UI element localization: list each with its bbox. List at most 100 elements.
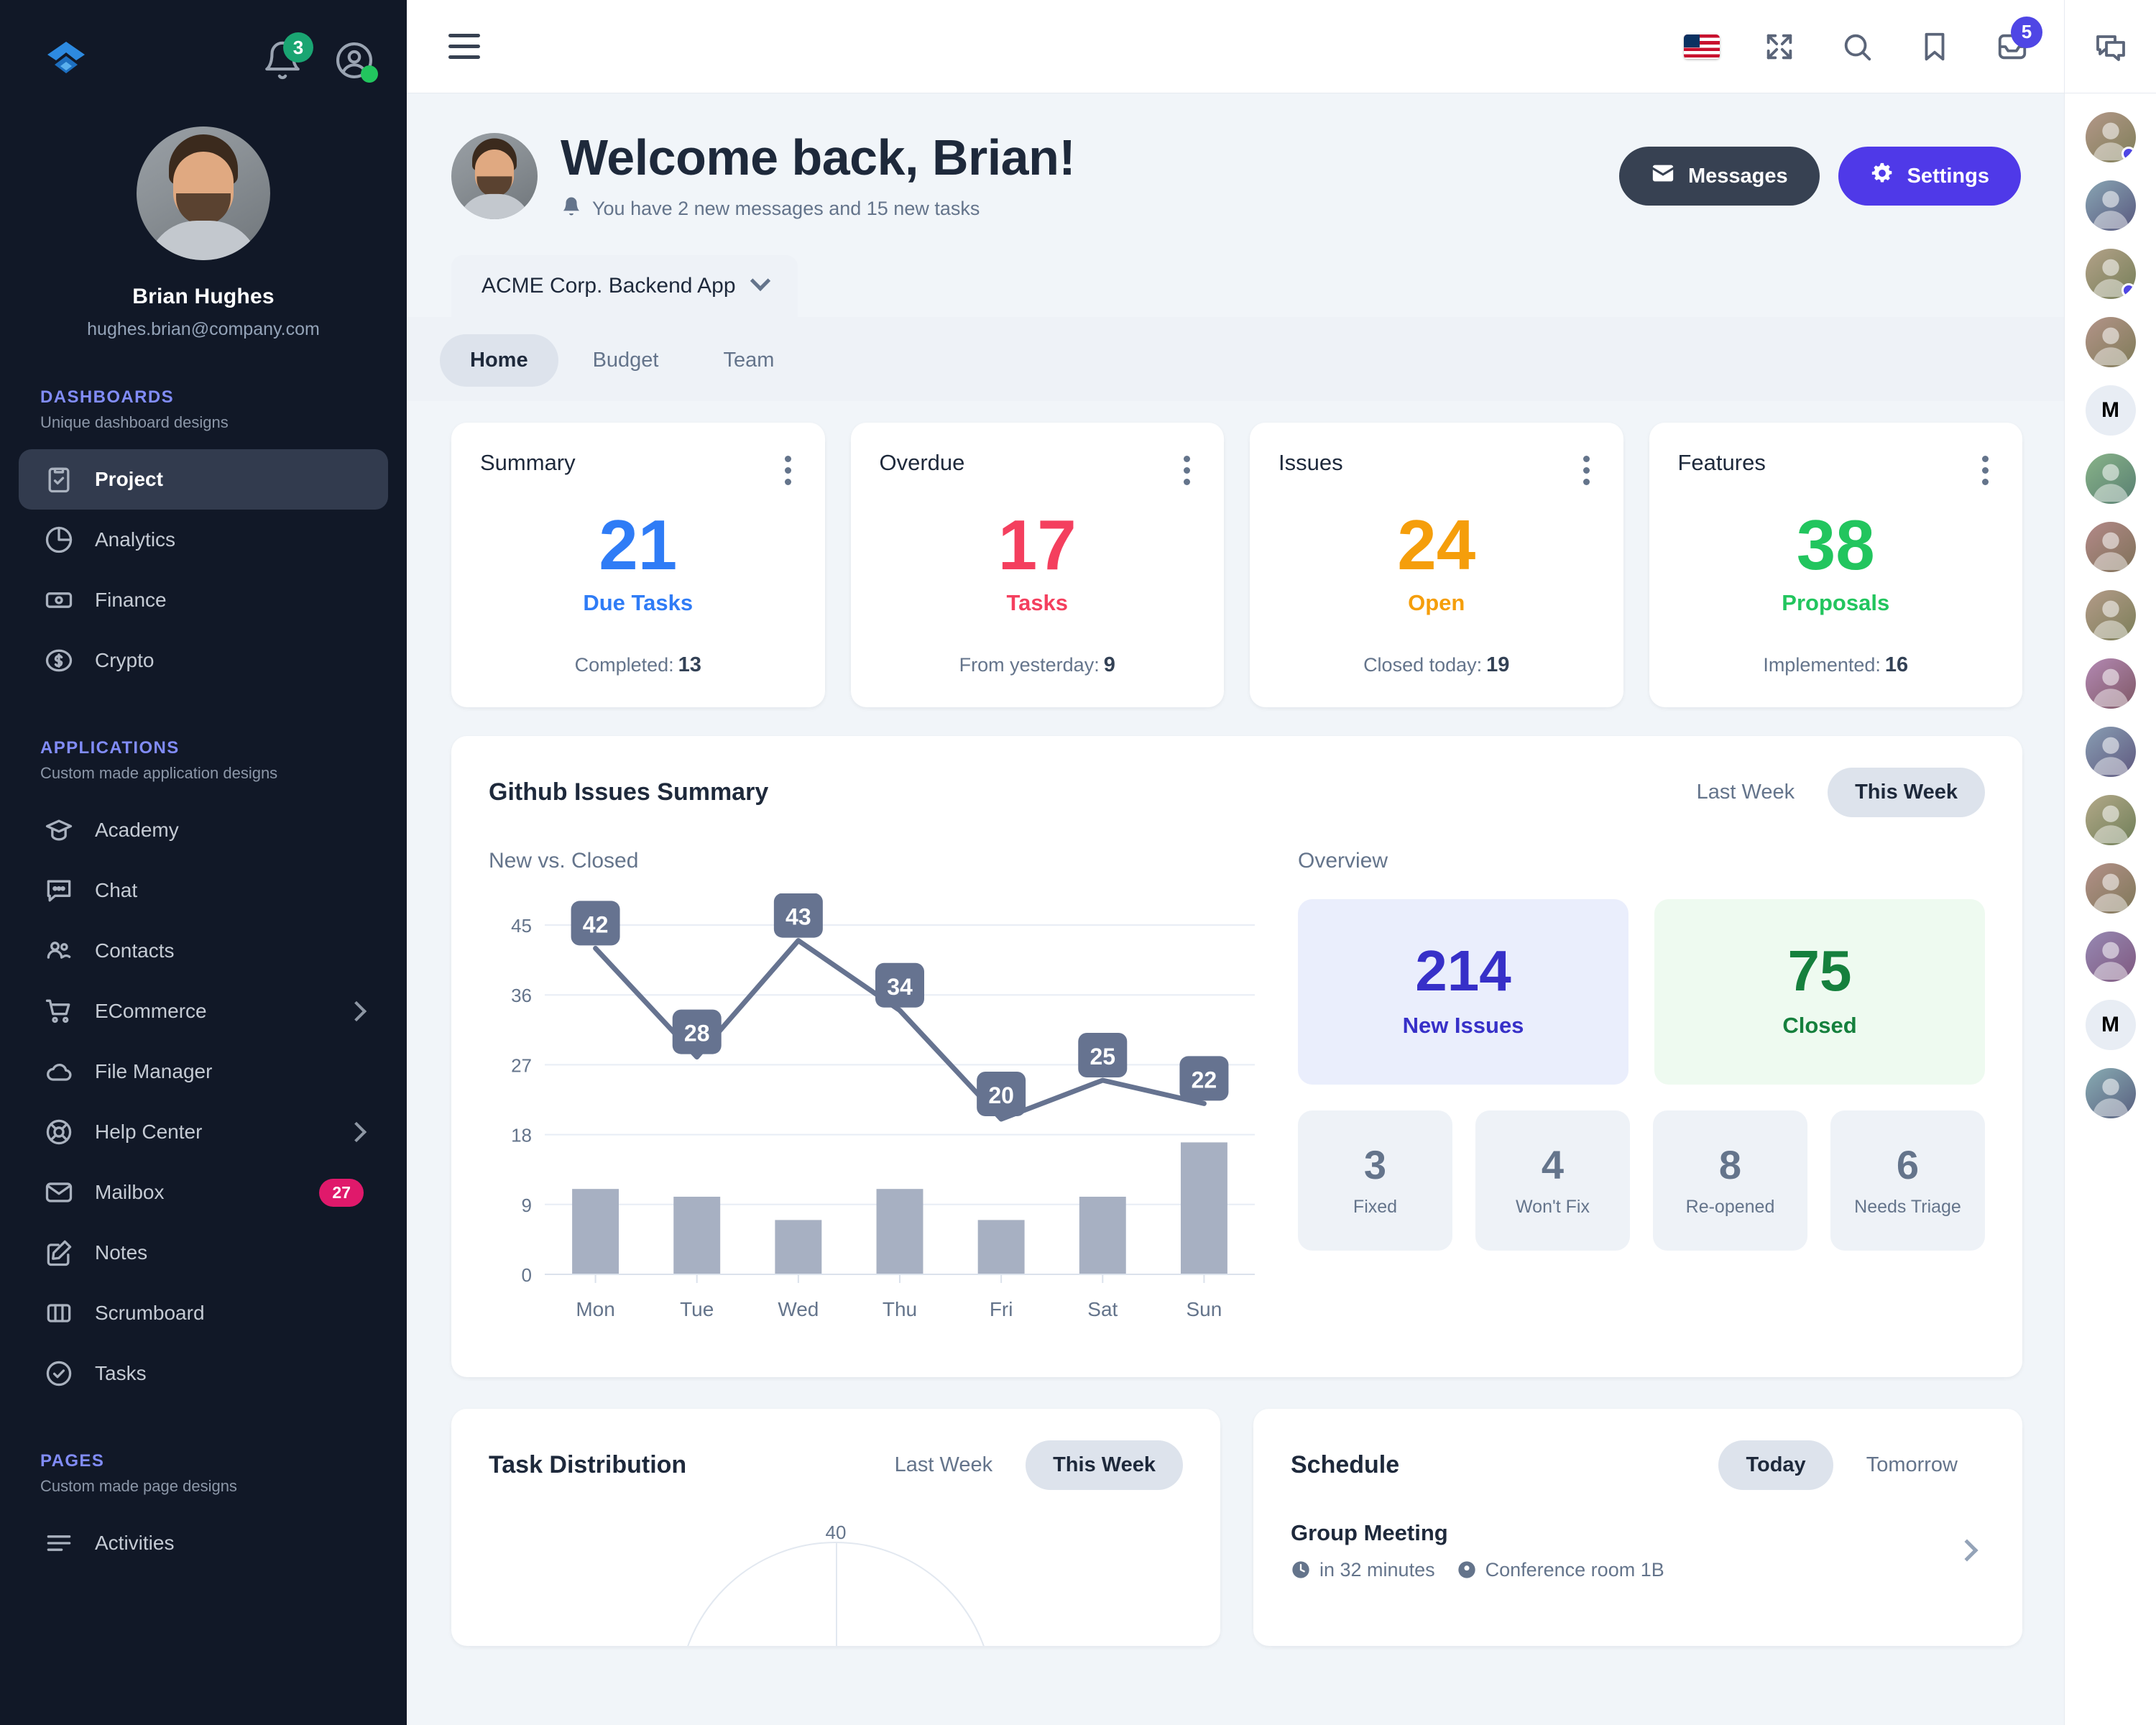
avatar[interactable] — [2085, 795, 2136, 845]
overview-card-value: 214 — [1415, 938, 1511, 1003]
sidebar-nav: DASHBOARDS Unique dashboard designs Projec… — [0, 387, 407, 1573]
avatar[interactable] — [137, 126, 270, 260]
schedule-range-today[interactable]: Today — [1718, 1440, 1833, 1490]
fullscreen-icon[interactable] — [1761, 28, 1798, 65]
task-distribution-header: Task Distribution Last Week This Week — [489, 1440, 1183, 1490]
welcome-actions: Messages Settings — [1618, 147, 2021, 206]
overview-card-closed: 75 Closed — [1654, 898, 1985, 1085]
sidebar-item-contacts[interactable]: Contacts — [19, 921, 388, 981]
welcome-left: Welcome back, Brian! You have 2 new mess… — [451, 129, 1076, 222]
overview-stat-re-opened: 8 Re-opened — [1653, 1110, 1807, 1251]
github-range-this-week[interactable]: This Week — [1828, 767, 1985, 817]
hamburger-icon[interactable] — [448, 34, 480, 59]
tab-home[interactable]: Home — [440, 334, 558, 387]
settings-button[interactable]: Settings — [1838, 147, 2021, 206]
envelope-icon — [1651, 161, 1675, 191]
flag-us-icon[interactable] — [1683, 28, 1720, 65]
sidebar-item-ecommerce[interactable]: ECommerce — [19, 981, 388, 1041]
page-title: Welcome back, Brian! — [561, 129, 1076, 185]
bookmark-icon[interactable] — [1916, 28, 1953, 65]
sidebar-item-label: Chat — [95, 879, 138, 901]
tab-budget[interactable]: Budget — [563, 334, 689, 387]
sidebar-nav-group: Academy Chat Contacts ECommerce File Manager… — [0, 800, 407, 1404]
sidebar-item-activities[interactable]: Activities — [19, 1513, 388, 1573]
task-range-this-week[interactable]: This Week — [1026, 1440, 1183, 1490]
chart-x-tick: Fri — [990, 1298, 1013, 1320]
sidebar-nav-group: Project Analytics Finance Crypto — [0, 449, 407, 691]
stat-card-title: Overdue — [879, 449, 965, 475]
avatar[interactable]: M — [2085, 385, 2136, 436]
avatar[interactable] — [2085, 658, 2136, 709]
avatar[interactable] — [2085, 727, 2136, 777]
sidebar-header-icons: 3 — [262, 32, 378, 83]
sidebar-item-academy[interactable]: Academy — [19, 800, 388, 860]
account-button[interactable] — [333, 40, 378, 83]
sidebar-item-project[interactable]: Project — [19, 449, 388, 510]
sidebar-item-finance[interactable]: Finance — [19, 570, 388, 630]
task-range-last-week[interactable]: Last Week — [867, 1440, 1020, 1490]
schedule-range-tomorrow[interactable]: Tomorrow — [1839, 1440, 1985, 1490]
stat-card-footer-value: 19 — [1486, 653, 1510, 676]
sidebar-item-crypto[interactable]: Crypto — [19, 630, 388, 691]
more-options-icon[interactable] — [1971, 450, 1994, 491]
avatar[interactable] — [2085, 249, 2136, 299]
project-selector[interactable]: ACME Corp. Backend App — [451, 254, 798, 317]
app-root: 3 Brian Hughes hughes.brian@company.com … — [0, 0, 2156, 1725]
sidebar-item-file-manager[interactable]: File Manager — [19, 1041, 388, 1102]
inbox-icon[interactable]: 5 — [1994, 16, 2042, 65]
avatar[interactable] — [2085, 1068, 2136, 1118]
svg-text:9: 9 — [522, 1194, 532, 1215]
avatar[interactable] — [2085, 317, 2136, 367]
svg-text:36: 36 — [511, 985, 532, 1006]
list-item[interactable]: Group Meeting in 32 minutes Conference r… — [1291, 1520, 1985, 1581]
chevron-right-icon[interactable] — [1955, 1539, 1978, 1562]
sidebar-item-chat[interactable]: Chat — [19, 860, 388, 921]
avatar[interactable] — [2085, 180, 2136, 231]
avatar[interactable] — [2085, 863, 2136, 914]
task-distribution-card: Task Distribution Last Week This Week 40 — [451, 1408, 1220, 1646]
sidebar-item-help-center[interactable]: Help Center — [19, 1102, 388, 1162]
sidebar-item-scrumboard[interactable]: Scrumboard — [19, 1283, 388, 1343]
github-issues-card: Github Issues Summary Last Week This Wee… — [451, 735, 2022, 1377]
stat-card-footer: Closed today: 19 — [1279, 653, 1595, 677]
more-options-icon[interactable] — [1172, 450, 1195, 491]
sidebar-item-label: File Manager — [95, 1060, 213, 1082]
avatar[interactable] — [2085, 522, 2136, 572]
messages-button[interactable]: Messages — [1618, 147, 1820, 206]
more-options-icon[interactable] — [773, 450, 796, 491]
github-range-last-week[interactable]: Last Week — [1669, 768, 1822, 817]
sidebar-item-label: Activities — [95, 1532, 175, 1554]
avatar[interactable] — [2085, 112, 2136, 162]
tab-team[interactable]: Team — [694, 334, 805, 387]
avatar[interactable] — [2085, 590, 2136, 640]
sidebar-item-mailbox[interactable]: Mailbox 27 — [19, 1162, 388, 1223]
radar-chart: 40 — [489, 1522, 1183, 1646]
sidebar-item-label: Scrumboard — [95, 1302, 205, 1324]
sidebar-item-tasks[interactable]: Tasks — [19, 1343, 388, 1404]
avatar[interactable] — [451, 133, 538, 220]
chart-point-label: 28 — [684, 1020, 710, 1046]
stat-card-value: 24 — [1397, 505, 1476, 584]
stat-card-footer-label: Completed: — [574, 653, 674, 676]
stat-card-overdue: Overdue 17 Tasks From yesterday: 9 — [850, 422, 1224, 707]
stat-card-footer-value: 16 — [1884, 653, 1909, 676]
fuse-logo-icon[interactable] — [43, 37, 89, 83]
sidebar-item-analytics[interactable]: Analytics — [19, 510, 388, 570]
more-options-icon[interactable] — [1572, 450, 1595, 491]
sidebar-item-label: Notes — [95, 1241, 148, 1264]
notifications-button[interactable]: 3 — [262, 32, 313, 81]
project-tabs: Home Budget Team — [407, 316, 2064, 401]
avatar[interactable]: M — [2085, 1000, 2136, 1050]
sidebar-section: PAGES Custom made page designs — [0, 1451, 407, 1496]
sidebar-item-notes[interactable]: Notes — [19, 1223, 388, 1283]
avatar[interactable] — [2085, 454, 2136, 504]
chevron-right-icon — [346, 1000, 367, 1022]
sidebar-item-label: Finance — [95, 589, 167, 611]
search-icon[interactable] — [1838, 28, 1876, 65]
list-icon — [43, 1527, 75, 1559]
page-scroll: Welcome back, Brian! You have 2 new mess… — [407, 93, 2064, 1725]
avatar-initial: M — [2101, 1013, 2119, 1036]
avatar[interactable] — [2085, 932, 2136, 982]
stat-card-label: Proposals — [1782, 589, 1890, 615]
chat-panel-icon[interactable] — [2065, 0, 2156, 93]
